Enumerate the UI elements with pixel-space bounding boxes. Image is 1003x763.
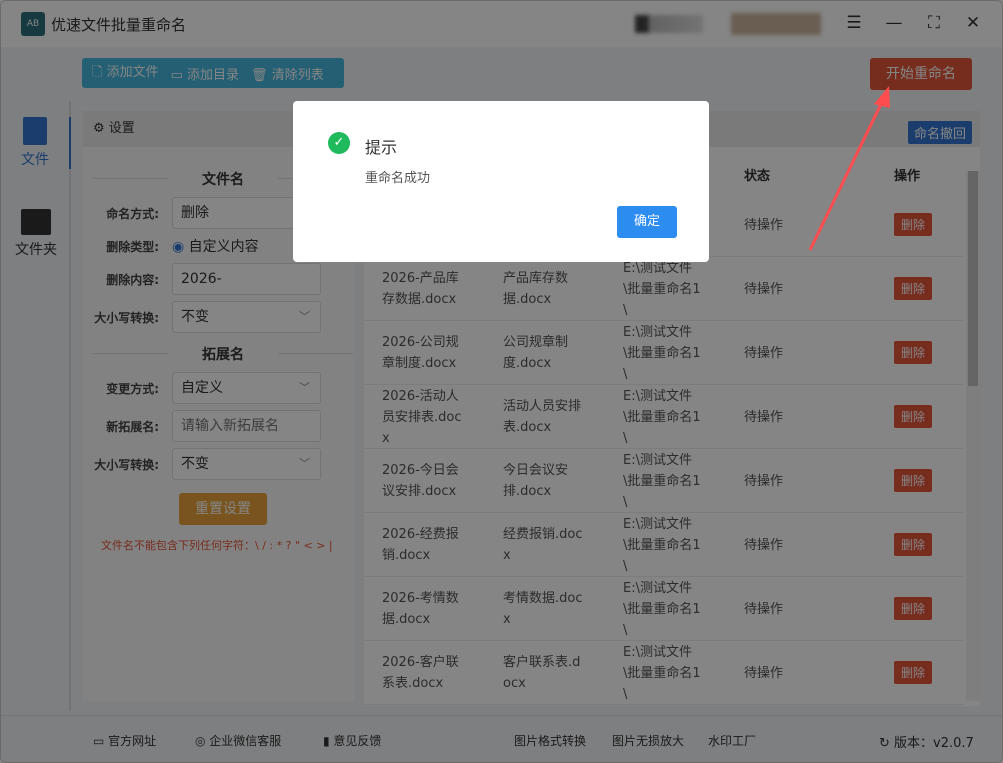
dialog-title: 提示	[365, 138, 398, 157]
arrow-line	[808, 99, 885, 251]
success-check-icon: ✓	[328, 132, 350, 154]
confirm-button[interactable]: 确定	[617, 206, 677, 238]
arrow-head	[874, 86, 890, 108]
dialog-message: 重命名成功	[365, 171, 431, 186]
success-dialog: ✓ 提示 重命名成功 确定	[293, 101, 709, 262]
